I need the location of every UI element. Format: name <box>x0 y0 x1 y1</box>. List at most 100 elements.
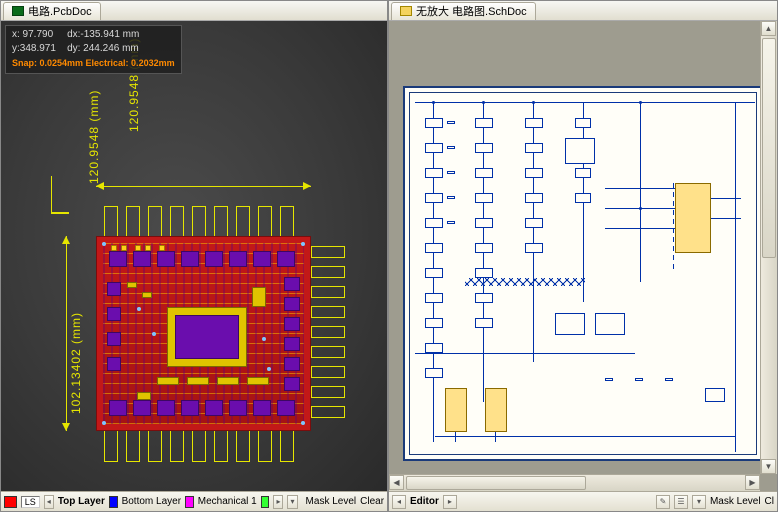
sch-hscrollbar[interactable]: ◀ ▶ <box>389 474 760 491</box>
sch-component <box>425 218 443 228</box>
sch-component <box>575 193 591 203</box>
sch-component <box>525 193 543 203</box>
layer-bottom-label[interactable]: Bottom Layer <box>122 496 181 507</box>
sch-component <box>475 268 493 278</box>
component <box>284 277 300 291</box>
sch-component <box>475 218 493 228</box>
pad <box>142 292 152 298</box>
layer-prev-button[interactable]: ◂ <box>44 495 54 509</box>
sch-component <box>425 243 443 253</box>
editor-prev-button[interactable]: ◂ <box>392 495 406 509</box>
pcb-pane: 电路.PcbDoc x: 97.790 dx:-135.941 mm y:348… <box>0 0 388 512</box>
component <box>133 400 151 416</box>
sch-ic <box>565 138 595 164</box>
clear-button[interactable]: Clear <box>360 496 384 507</box>
pcb-canvas-area[interactable]: x: 97.790 dx:-135.941 mm y:348.971 dy: 2… <box>1 21 387 491</box>
component <box>107 332 121 346</box>
layer-swatch-top[interactable] <box>4 496 17 508</box>
resistor <box>447 221 455 224</box>
component <box>284 337 300 351</box>
pcb-board[interactable] <box>96 236 311 431</box>
sch-component <box>425 293 443 303</box>
sch-component <box>425 268 443 278</box>
finger <box>311 366 345 378</box>
scroll-up-button[interactable]: ▲ <box>761 21 776 36</box>
sch-component <box>475 168 493 178</box>
sch-status-bar: ◂ Editor ▸ ✎ ☰ ▾ Mask Level Cl <box>389 491 777 511</box>
sch-component <box>525 143 543 153</box>
scroll-right-button[interactable]: ▶ <box>745 475 760 490</box>
sch-tool-button-3[interactable]: ▾ <box>692 495 706 509</box>
sch-canvas[interactable]: placeholder <box>389 21 777 491</box>
sch-ic <box>595 313 625 335</box>
sch-mask-level-label[interactable]: Mask Level <box>710 496 761 507</box>
coord-x: x: 97.790 <box>12 29 53 40</box>
sch-vscrollbar[interactable]: ▲ ▼ <box>760 21 777 474</box>
component <box>284 317 300 331</box>
pcb-canvas[interactable]: x: 97.790 dx:-135.941 mm y:348.971 dy: 2… <box>1 21 387 491</box>
scroll-thumb-v[interactable] <box>762 38 776 258</box>
tab-sch-doc[interactable]: 无放大 电路图.SchDoc <box>391 2 536 20</box>
layer-swatch-extra[interactable] <box>261 496 270 508</box>
layer-swatch-bottom[interactable] <box>109 496 118 508</box>
wire <box>415 102 755 103</box>
sch-component <box>475 293 493 303</box>
via <box>301 242 305 246</box>
layer-config-button[interactable]: ▾ <box>287 495 297 509</box>
layer-swatch-mech[interactable] <box>185 496 194 508</box>
sch-component <box>425 118 443 128</box>
dim-height-line <box>66 236 67 431</box>
pad <box>127 282 137 288</box>
tab-pcb-label: 电路.PcbDoc <box>28 3 92 19</box>
sch-component <box>525 218 543 228</box>
ls-indicator[interactable]: LS <box>21 496 40 508</box>
junction <box>639 101 642 104</box>
sch-component <box>425 318 443 328</box>
ic-pins <box>673 183 674 269</box>
layer-mech-label[interactable]: Mechanical 1 <box>198 496 257 507</box>
sch-sheet[interactable]: placeholder <box>403 86 763 461</box>
dim-height-arrow-u <box>62 236 70 244</box>
via <box>137 307 141 311</box>
editor-tab[interactable]: Editor <box>410 496 439 507</box>
wire <box>533 102 534 362</box>
mask-level-label[interactable]: Mask Level <box>306 496 357 507</box>
component <box>253 251 271 267</box>
finger <box>311 326 345 338</box>
resistor <box>665 378 673 381</box>
layer-menu-button[interactable]: ▸ <box>273 495 283 509</box>
tab-pcb-doc[interactable]: 电路.PcbDoc <box>3 2 101 20</box>
sch-component <box>475 243 493 253</box>
scroll-thumb-h[interactable] <box>406 476 586 490</box>
coord-dx: dx:-135.941 mm <box>67 29 139 40</box>
scroll-left-button[interactable]: ◀ <box>389 475 404 490</box>
component <box>229 251 247 267</box>
sch-component <box>475 143 493 153</box>
wire <box>735 102 736 452</box>
smd-pad <box>135 245 141 251</box>
component <box>107 282 121 296</box>
sch-tool-button-2[interactable]: ☰ <box>674 495 688 509</box>
sch-canvas-area[interactable]: placeholder <box>389 21 777 491</box>
tab-sch-label: 无放大 电路图.SchDoc <box>416 3 527 19</box>
layer-top-label[interactable]: Top Layer <box>58 496 105 507</box>
sch-tool-button-1[interactable]: ✎ <box>656 495 670 509</box>
component <box>205 400 223 416</box>
via <box>267 367 271 371</box>
sch-component <box>425 168 443 178</box>
sch-component <box>425 343 443 353</box>
dim-height-arrow-d <box>62 423 70 431</box>
dim-width-tick-l <box>51 176 52 194</box>
component <box>284 357 300 371</box>
sch-component <box>425 368 443 378</box>
component <box>109 251 127 267</box>
component <box>107 307 121 321</box>
sch-component <box>425 143 443 153</box>
dim-width-label: 120.9548 (mm) <box>87 90 101 184</box>
via <box>102 421 106 425</box>
editor-next-button[interactable]: ▸ <box>443 495 457 509</box>
scroll-down-button[interactable]: ▼ <box>761 459 776 474</box>
sch-clear-button[interactable]: Cl <box>765 496 774 507</box>
board-assembly: 120.9548 (mm) 120.9548 (mm) 102.13402 (m… <box>51 176 361 486</box>
component <box>284 377 300 391</box>
